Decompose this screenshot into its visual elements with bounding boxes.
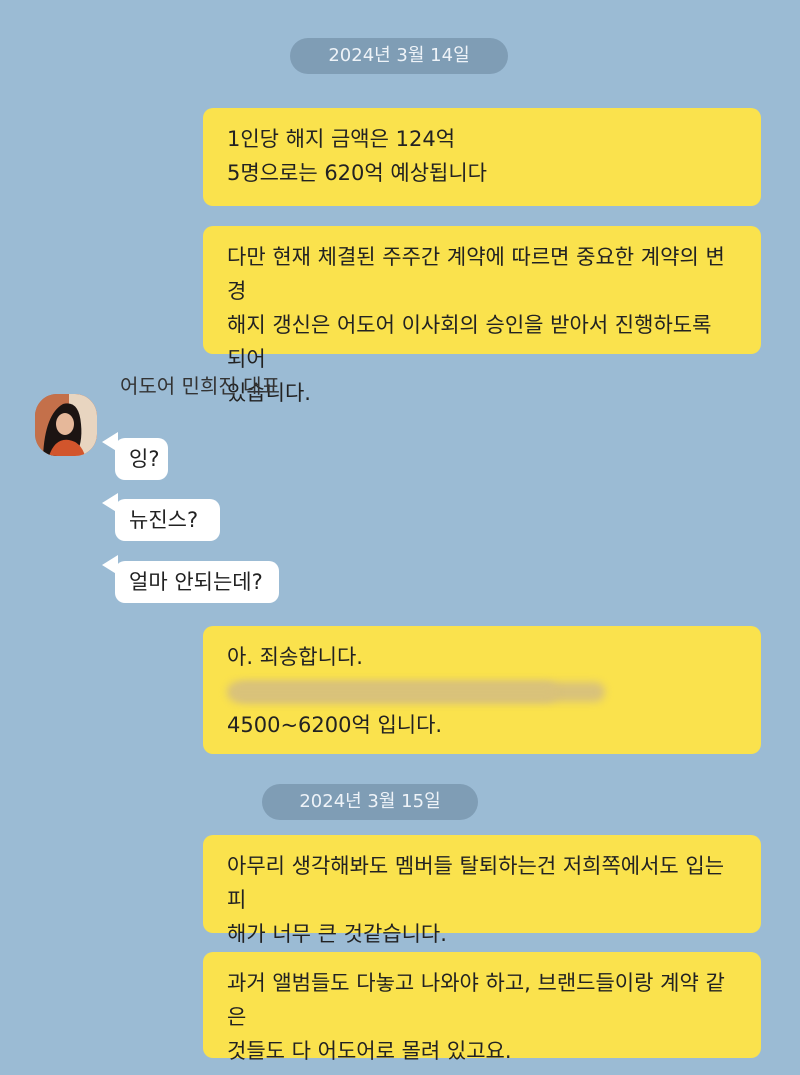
message-bubble-sent[interactable]: 아. 죄송합니다. 4500~6200억 입니다. (203, 626, 761, 754)
date-separator: 2024년 3월 14일 (290, 38, 508, 74)
message-bubble-sent[interactable]: 다만 현재 체결된 주주간 계약에 따르면 중요한 계약의 변경 해지 갱신은 … (203, 226, 761, 405)
profile-photo-icon (35, 394, 97, 456)
avatar[interactable] (35, 394, 97, 456)
message-bubble-sent[interactable]: 아무리 생각해봐도 멤버들 탈퇴하는건 저희쪽에서도 입는 피 해가 너무 큰 … (203, 835, 761, 946)
message-bubble-sent[interactable]: 1인당 해지 금액은 124억 5명으로는 620억 예상됩니다 (203, 108, 761, 206)
redacted-text (227, 682, 557, 702)
sender-name: 어도어 민희진 대표 (120, 374, 280, 398)
message-text: 아. 죄송합니다. (227, 645, 363, 669)
message-text: 4500~6200억 입니다. (227, 713, 443, 737)
message-bubble-received[interactable]: 잉? (115, 438, 168, 480)
date-separator: 2024년 3월 15일 (262, 784, 478, 820)
message-line: 아. 죄송합니다. (227, 640, 737, 702)
message-bubble-sent[interactable]: 과거 앨범들도 다놓고 나와야 하고, 브랜드들이랑 계약 같은 것들도 다 어… (203, 952, 761, 1063)
message-line (227, 674, 737, 708)
message-bubble-received[interactable]: 얼마 안되는데? (115, 561, 279, 603)
message-bubble-received[interactable]: 뉴진스? (115, 499, 220, 541)
